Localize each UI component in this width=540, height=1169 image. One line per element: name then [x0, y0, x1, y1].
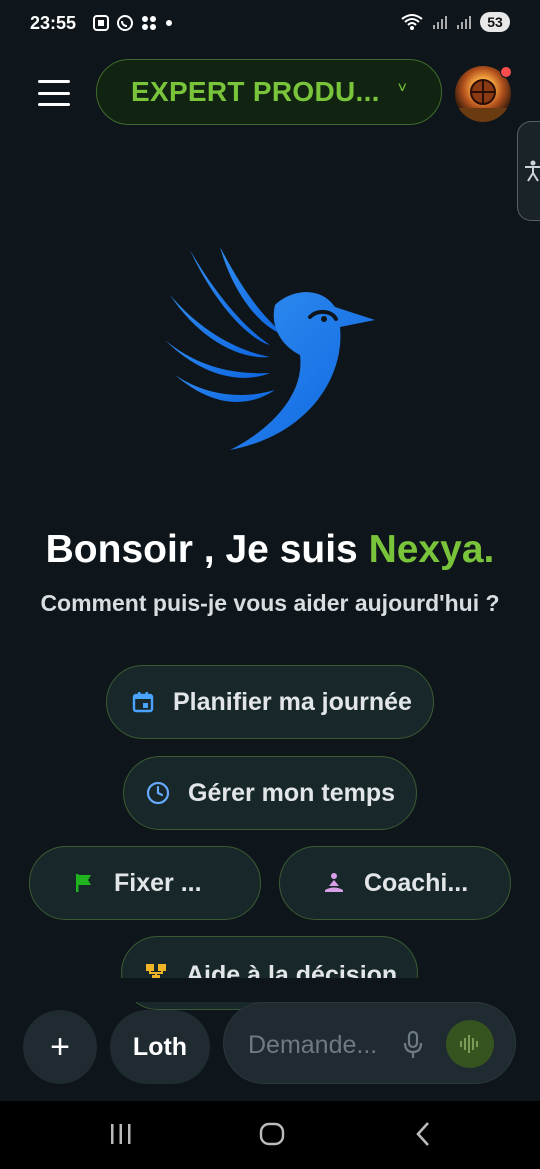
back-button[interactable] [414, 1121, 432, 1152]
mode-button[interactable]: Loth [110, 1010, 210, 1084]
accessibility-icon [525, 160, 540, 182]
suggestion-chip-fixer[interactable]: Fixer ... [29, 846, 261, 920]
clock-icon [146, 781, 170, 805]
greeting-subtitle: Comment puis-je vous aider aujourd'hui ? [40, 590, 500, 616]
microphone-button[interactable] [402, 1030, 424, 1060]
menu-button[interactable] [38, 80, 70, 106]
whatsapp-icon [117, 15, 133, 31]
status-notification-icons [92, 14, 174, 32]
dot-icon [166, 20, 172, 26]
signal-icon [457, 16, 471, 29]
suggestion-chip-label: Coachi... [364, 868, 469, 897]
wifi-icon [401, 14, 423, 30]
message-composer [223, 1002, 516, 1084]
flag-icon [72, 871, 96, 895]
add-attachment-button[interactable]: + [23, 1010, 97, 1084]
home-icon [259, 1122, 285, 1146]
battery-level: 53 [480, 12, 510, 32]
message-input[interactable] [246, 1025, 390, 1065]
hamburger-icon-bar [38, 80, 70, 83]
suggestion-chip-gerer-temps[interactable]: Gérer mon temps [123, 756, 417, 830]
recent-apps-icon [111, 1124, 131, 1144]
screenshot-icon [93, 15, 109, 31]
meditation-icon [322, 871, 346, 895]
suggestion-chip-label: Fixer ... [114, 868, 202, 897]
waveform-icon [460, 1035, 478, 1053]
home-button[interactable] [259, 1121, 285, 1152]
back-icon [416, 1122, 429, 1146]
voice-mode-button[interactable] [446, 1020, 494, 1068]
recent-apps-button[interactable] [110, 1121, 132, 1152]
suggestion-chip-label: Planifier ma journée [173, 687, 412, 716]
model-selector-label: EXPERT PRODU... [131, 76, 380, 107]
accessibility-side-tab[interactable] [517, 121, 540, 221]
microphone-icon [403, 1030, 423, 1058]
system-navigation-bar [0, 1101, 540, 1169]
suggestion-chip-label: Gérer mon temps [188, 778, 396, 807]
status-system-icons: 53 [400, 12, 510, 32]
status-time: 23:55 [30, 13, 77, 33]
signal-icon [433, 16, 447, 29]
hamburger-icon-bar [38, 103, 70, 106]
scroll-fade [0, 978, 540, 1002]
notification-dot [500, 66, 512, 78]
chevron-down-icon: ˅ [397, 80, 407, 97]
nexya-bird-logo [165, 247, 375, 450]
suggestion-chip-coaching[interactable]: Coachi... [279, 846, 511, 920]
greeting-heading: Bonsoir , Je suis Nexya. [0, 528, 540, 572]
greeting-prefix: Bonsoir , Je suis [45, 528, 369, 571]
hamburger-icon-bar [38, 91, 70, 95]
suggestion-chip-planifier[interactable]: Planifier ma journée [106, 665, 434, 739]
assistant-name: Nexya. [368, 528, 495, 571]
calendar-icon [131, 690, 155, 714]
apps-icon [142, 16, 156, 30]
model-selector[interactable]: EXPERT PRODU... ˅ [96, 59, 442, 125]
